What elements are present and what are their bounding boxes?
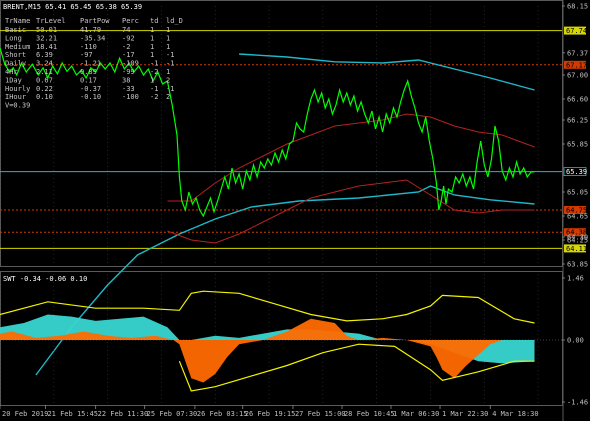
level-label-64.11: 64.11 bbox=[566, 245, 587, 253]
table-cell: Basic bbox=[5, 26, 26, 34]
table-cell: -1 bbox=[150, 60, 158, 68]
time-label-7: 28 Feb 10:45 bbox=[344, 410, 395, 418]
table-cell: Medium bbox=[5, 43, 30, 51]
table-cell: -2 bbox=[150, 93, 158, 101]
table-cell: -2 bbox=[150, 68, 158, 76]
table-cell: Long bbox=[5, 34, 22, 42]
price-tick-label-13: 63.85 bbox=[567, 261, 588, 269]
table-cell: Short bbox=[5, 51, 26, 59]
table-cell: 2.11 bbox=[36, 68, 53, 76]
price-tick-label-2: 67.37 bbox=[567, 49, 588, 57]
table-cell: 74 bbox=[122, 26, 130, 34]
table-cell: 32.21 bbox=[36, 34, 57, 42]
table-cell: -1 bbox=[166, 51, 174, 59]
table-cell: 1 bbox=[150, 43, 154, 51]
table-cell: 3.24 bbox=[36, 60, 53, 68]
table-cell: 6.39 bbox=[36, 51, 53, 59]
time-label-6: 27 Feb 15:00 bbox=[295, 410, 346, 418]
price-tick-label-9: 64.65 bbox=[567, 213, 588, 221]
table-cell: 41.79 bbox=[80, 26, 101, 34]
table-cell: -1.21 bbox=[80, 60, 101, 68]
table-cell: Hourly bbox=[5, 85, 30, 93]
time-label-8: 1 Mar 06:30 bbox=[393, 410, 439, 418]
table-cell: -99 bbox=[122, 68, 135, 76]
time-label-9: 1 Mar 22:30 bbox=[442, 410, 488, 418]
table-cell: -0.10 bbox=[80, 93, 101, 101]
main-title: BRENT,M15 65.41 65.45 65.38 65.39 bbox=[3, 3, 142, 11]
table-cell: -35.34 bbox=[80, 34, 105, 42]
time-label-10: 4 Mar 18:30 bbox=[492, 410, 538, 418]
table-footer: V=0.39 bbox=[5, 102, 30, 110]
table-cell: 0.17 bbox=[80, 76, 97, 84]
time-label-2: 22 Feb 11:30 bbox=[98, 410, 149, 418]
table-cell: 1 bbox=[150, 26, 154, 34]
chart-canvas: 1.460.00-1.46 67.7467.1765.3964.7564.386… bbox=[0, 0, 590, 421]
time-label-4: 26 Feb 03:15 bbox=[197, 410, 248, 418]
table-cell: 1 bbox=[150, 51, 154, 59]
table-cell: 0.67 bbox=[36, 76, 53, 84]
table-cell: -1 bbox=[150, 85, 158, 93]
table-cell: 1 bbox=[166, 43, 170, 51]
table-header-TrName: TrName bbox=[5, 17, 30, 25]
table-cell: 1 bbox=[166, 34, 170, 42]
time-label-1: 21 Feb 15:45 bbox=[47, 410, 98, 418]
table-cell: -17 bbox=[122, 51, 135, 59]
table-cell: 2 bbox=[166, 93, 170, 101]
table-cell: -97 bbox=[80, 51, 93, 59]
table-cell: -33 bbox=[122, 85, 135, 93]
table-cell: 18.41 bbox=[36, 43, 57, 51]
table-header-ld_D: ld_D bbox=[166, 17, 183, 25]
price-tick-label-4: 66.60 bbox=[567, 96, 588, 104]
price-tick-label-11: 64.25 bbox=[567, 237, 588, 245]
table-cell: -1 bbox=[166, 85, 174, 93]
level-label-65.39: 65.39 bbox=[566, 168, 587, 176]
osc-tick-label-0: 1.46 bbox=[567, 275, 584, 283]
table-header-Perc: Perc bbox=[122, 17, 139, 25]
table-cell: -2 bbox=[122, 43, 130, 51]
price-tick-label-5: 66.25 bbox=[567, 117, 588, 125]
table-cell: 4Hr bbox=[5, 68, 18, 76]
osc-tick-label-2: -1.46 bbox=[567, 399, 588, 407]
price-tick-label-8: 65.05 bbox=[567, 189, 588, 197]
table-cell: -109 bbox=[122, 60, 139, 68]
table-cell: Daily bbox=[5, 60, 26, 68]
osc-title: SWT -0.34 -0.06 0.10 bbox=[3, 275, 87, 283]
osc-tick-label-1: 0.00 bbox=[567, 337, 584, 345]
level-label-67.74: 67.74 bbox=[566, 27, 587, 35]
table-cell: -92 bbox=[122, 34, 135, 42]
price-tick-label-0: 68.15 bbox=[567, 3, 588, 11]
table-cell: 38 bbox=[122, 76, 130, 84]
time-label-0: 20 Feb 2019 bbox=[2, 410, 48, 418]
table-header-td: td bbox=[150, 17, 158, 25]
time-label-5: 26 Feb 19:15 bbox=[245, 410, 296, 418]
table-cell: 1 bbox=[150, 76, 154, 84]
table-cell: -1 bbox=[166, 60, 174, 68]
table-cell: 1 bbox=[150, 34, 154, 42]
table-cell: 0.89 bbox=[80, 68, 97, 76]
price-tick-label-6: 65.85 bbox=[567, 141, 588, 149]
table-cell: 50.01 bbox=[36, 26, 57, 34]
time-label-3: 25 Feb 07:30 bbox=[147, 410, 198, 418]
table-cell: 1Day bbox=[5, 76, 22, 84]
table-cell: -110 bbox=[80, 43, 97, 51]
table-cell: 0.22 bbox=[36, 85, 53, 93]
table-cell: 2 bbox=[166, 76, 170, 84]
price-tick-label-3: 67.00 bbox=[567, 72, 588, 80]
table-cell: -100 bbox=[122, 93, 139, 101]
level-label-67.17: 67.17 bbox=[566, 61, 587, 69]
table-cell: IHour bbox=[5, 93, 26, 101]
table-header-PartPow: PartPow bbox=[80, 17, 110, 25]
table-cell: -0.37 bbox=[80, 85, 101, 93]
table-header-TrLevel: TrLevel bbox=[36, 17, 66, 25]
table-cell: 1 bbox=[166, 68, 170, 76]
table-cell: 1 bbox=[166, 26, 170, 34]
table-cell: 0.10 bbox=[36, 93, 53, 101]
